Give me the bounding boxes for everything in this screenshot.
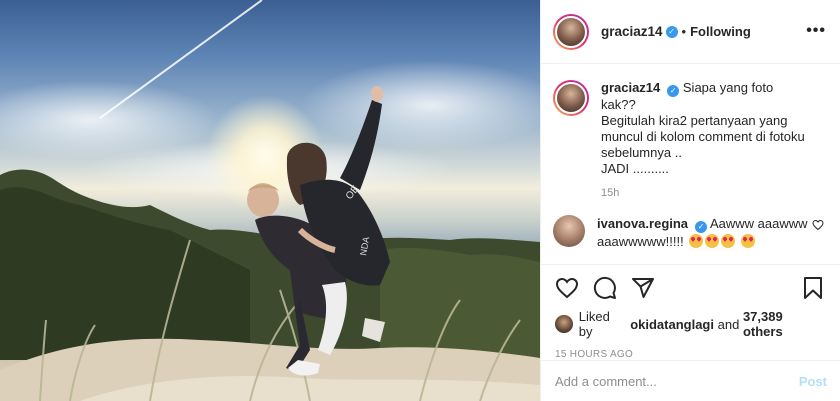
author-avatar[interactable] <box>553 13 589 50</box>
bookmark-icon[interactable] <box>801 276 825 300</box>
action-bar <box>555 275 825 301</box>
comment-text: ivanova.regina ✓ Aawww aaawww aaawwwww!!!… <box>597 215 812 251</box>
verified-badge-icon: ✓ <box>667 85 680 97</box>
heart-eyes-emoji-icon <box>721 234 736 248</box>
caption-author-avatar[interactable] <box>553 80 589 116</box>
small-heart-icon[interactable] <box>812 219 824 231</box>
caption-username[interactable]: graciaz14 <box>601 80 660 95</box>
actions-section: Liked by okidatanglagi and 37,389 others… <box>541 264 840 360</box>
heart-eyes-emoji-icon <box>705 234 720 248</box>
post-photo[interactable]: OE NDA <box>0 0 540 401</box>
comments-section: graciaz14 ✓ Siapa yang foto kak?? Begitul… <box>541 64 840 264</box>
avatar-image <box>555 15 587 48</box>
heart-icon[interactable] <box>555 276 579 300</box>
verified-badge-icon: ✓ <box>695 221 708 233</box>
author-username[interactable]: graciaz14 <box>601 24 663 39</box>
caption-text: graciaz14 ✓ Siapa yang foto kak?? Begitul… <box>601 80 811 177</box>
heart-eyes-emoji-icon <box>689 234 704 248</box>
post-side-panel: graciaz14 ✓ • Following ••• graciaz14 ✓ S… <box>540 0 840 401</box>
people-silhouette: OE NDA <box>247 86 390 376</box>
comment-icon[interactable] <box>593 276 617 300</box>
post-comment-button[interactable]: Post <box>799 374 827 389</box>
avatar-image <box>555 82 587 114</box>
following-button[interactable]: Following <box>690 24 751 39</box>
commenter-avatar[interactable] <box>553 215 585 247</box>
comment-item: ivanova.regina ✓ Aawww aaawww aaawwwww!!!… <box>553 215 824 251</box>
share-icon[interactable] <box>631 276 655 300</box>
liked-by-prefix: Liked by <box>578 309 610 339</box>
likes-summary: Liked by okidatanglagi and 37,389 others <box>555 309 825 339</box>
add-comment-input[interactable]: Add a comment... <box>555 374 657 389</box>
likes-and: and <box>717 316 740 332</box>
comment-username[interactable]: ivanova.regina <box>597 216 688 231</box>
likes-count[interactable]: 37,389 others <box>743 309 825 339</box>
post-timestamp[interactable]: 15 HOURS AGO <box>555 349 825 360</box>
more-options-icon[interactable]: ••• <box>806 22 826 40</box>
header-separator: • <box>681 24 687 39</box>
caption: graciaz14 ✓ Siapa yang foto kak?? Begitul… <box>553 80 824 177</box>
caption-age[interactable]: 15h <box>601 187 824 199</box>
heart-eyes-emoji-icon <box>740 234 755 248</box>
liker-avatar[interactable] <box>555 315 573 333</box>
add-comment-bar: Add a comment... Post <box>541 360 840 401</box>
post-header: graciaz14 ✓ • Following ••• <box>541 0 840 64</box>
liker-username[interactable]: okidatanglagi <box>630 317 714 332</box>
verified-badge-icon: ✓ <box>665 25 678 38</box>
